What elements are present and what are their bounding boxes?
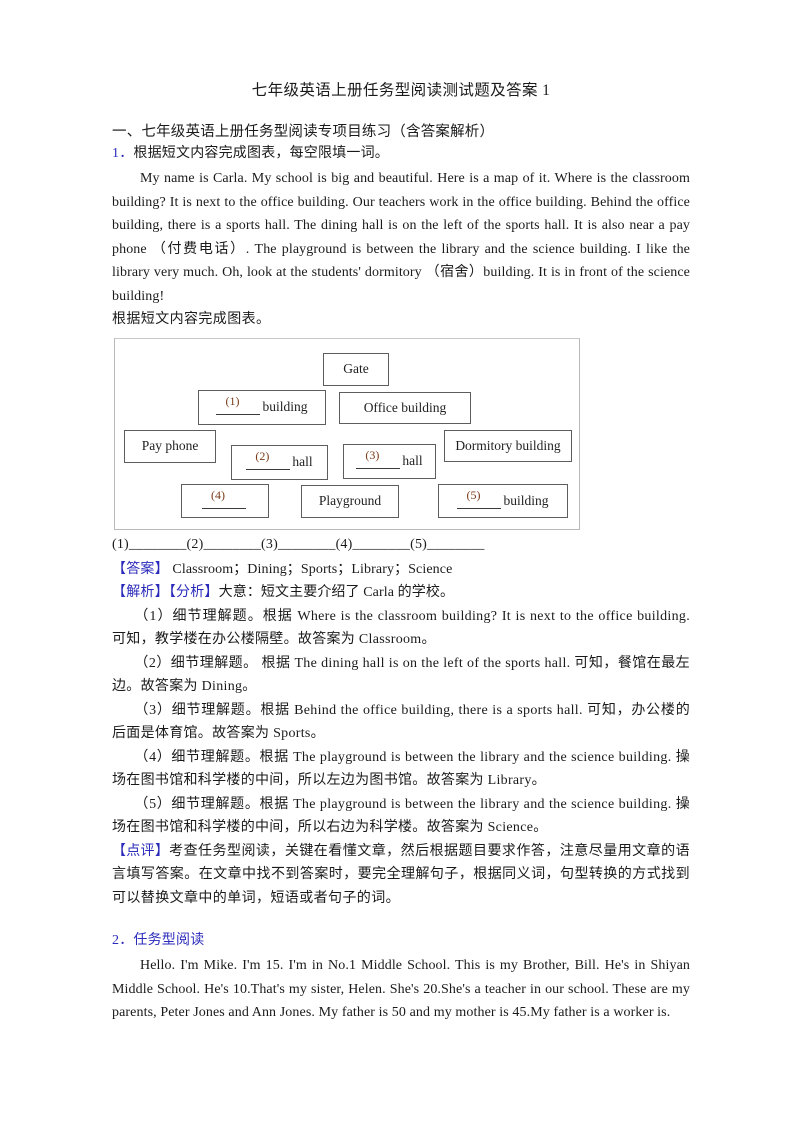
question-1-prompt: 根据短文内容完成图表，每空限填一词。: [133, 146, 390, 161]
diagram-blank-4: (4): [202, 488, 246, 509]
analysis-tag: 【解析】: [112, 585, 169, 600]
diagram-box-science-building: (5) building: [438, 483, 568, 518]
question-2-heading: 2．任务型阅读: [112, 930, 690, 951]
document-body: 七年级英语上册任务型阅读测试题及答案 1 一、七年级英语上册任务型阅读专项目练习…: [112, 78, 690, 1025]
diagram-box-dormitory-building: Dormitory building: [444, 429, 572, 462]
diagram-box-gate: Gate: [323, 352, 389, 386]
diagram-box-dining-suffix: hall: [292, 454, 313, 469]
question-2-number: 2．: [112, 933, 134, 948]
question-2-passage: Hello. I'm Mike. I'm 15. I'm in No.1 Mid…: [112, 958, 690, 1020]
document-page: 七年级英语上册任务型阅读测试题及答案 1 一、七年级英语上册任务型阅读专项目练习…: [0, 0, 793, 1122]
diagram-blank-2: (2): [246, 449, 291, 470]
diagram-box-office-building: Office building: [339, 391, 471, 424]
diagram-box-playground-label: Playground: [318, 493, 382, 508]
explanation-1: （1）细节理解题。根据 Where is the classroom build…: [112, 608, 690, 648]
diagram-box-dining-hall: (2) hall: [231, 444, 328, 480]
question-1-passage: My name is Carla. My school is big and b…: [112, 171, 690, 304]
analysis-intro: 大意：短文主要介绍了 Carla 的学校。: [218, 585, 455, 600]
question-1-answer: 【答案】 Classroom；Dining；Sports；Library；Sci…: [112, 558, 690, 582]
answer-tag: 【答案】: [112, 561, 169, 577]
diagram-box-library: (4): [181, 483, 269, 518]
explanation-3: （3）细节理解题。根据 Behind the office building, …: [112, 702, 690, 742]
school-map-diagram: Gate (1) building Office building Pay pho…: [114, 337, 580, 530]
question-2-prompt: 任务型阅读: [133, 933, 205, 948]
answer-text: Classroom；Dining；Sports；Library；Science: [172, 561, 453, 577]
comment-tag: 【点评】: [112, 843, 170, 859]
comment-text: 考查任务型阅读，关键在看懂文章，然后根据题目要求作答，注意尽量用文章的语言填写答…: [112, 843, 690, 906]
question-1-comment: 【点评】考查任务型阅读，关键在看懂文章，然后根据题目要求作答，注意尽量用文章的语…: [112, 840, 690, 911]
diagram-box-playground: Playground: [301, 484, 399, 518]
section-heading: 一、七年级英语上册任务型阅读专项目练习（含答案解析）: [112, 124, 495, 140]
diagram-box-sports-hall: (3) hall: [343, 443, 436, 479]
diagram-box-gate-label: Gate: [343, 361, 369, 376]
diagram-box-pay-phone: Pay phone: [124, 429, 216, 463]
analysis-sub-tag: 【分析】: [168, 585, 219, 600]
diagram-box-office-label: Office building: [363, 399, 447, 415]
explanation-4: （4）细节理解题。根据 The playground is between th…: [112, 749, 690, 789]
diagram-box-sports-suffix: hall: [402, 453, 423, 468]
question-1-heading: 1．根据短文内容完成图表，每空限填一词。: [112, 143, 690, 164]
question-1-number: 1．: [112, 146, 134, 161]
question-1-instruction: 根据短文内容完成图表。: [112, 312, 271, 327]
diagram-blank-5: (5): [457, 488, 502, 509]
diagram-box-dormitory-label: Dormitory building: [455, 437, 561, 453]
explanation-2: （2）细节理解题。 根据 The dining hall is on the l…: [112, 655, 690, 695]
diagram-box-classroom-building: (1) building: [198, 389, 326, 425]
question-1-analysis: 【解析】【分析】大意：短文主要介绍了 Carla 的学校。: [112, 581, 690, 605]
diagram-box-pay-phone-label: Pay phone: [141, 438, 199, 453]
question-1-answer-blanks: (1)________(2)________(3)________(4)____…: [112, 536, 485, 552]
diagram-box-classroom-suffix: building: [262, 399, 308, 414]
diagram-blank-1: (1): [216, 394, 261, 415]
explanation-5: （5）细节理解题。根据 The playground is between th…: [112, 796, 690, 836]
diagram-box-science-suffix: building: [503, 492, 549, 508]
diagram-blank-3: (3): [356, 448, 401, 469]
page-title: 七年级英语上册任务型阅读测试题及答案 1: [251, 82, 551, 99]
